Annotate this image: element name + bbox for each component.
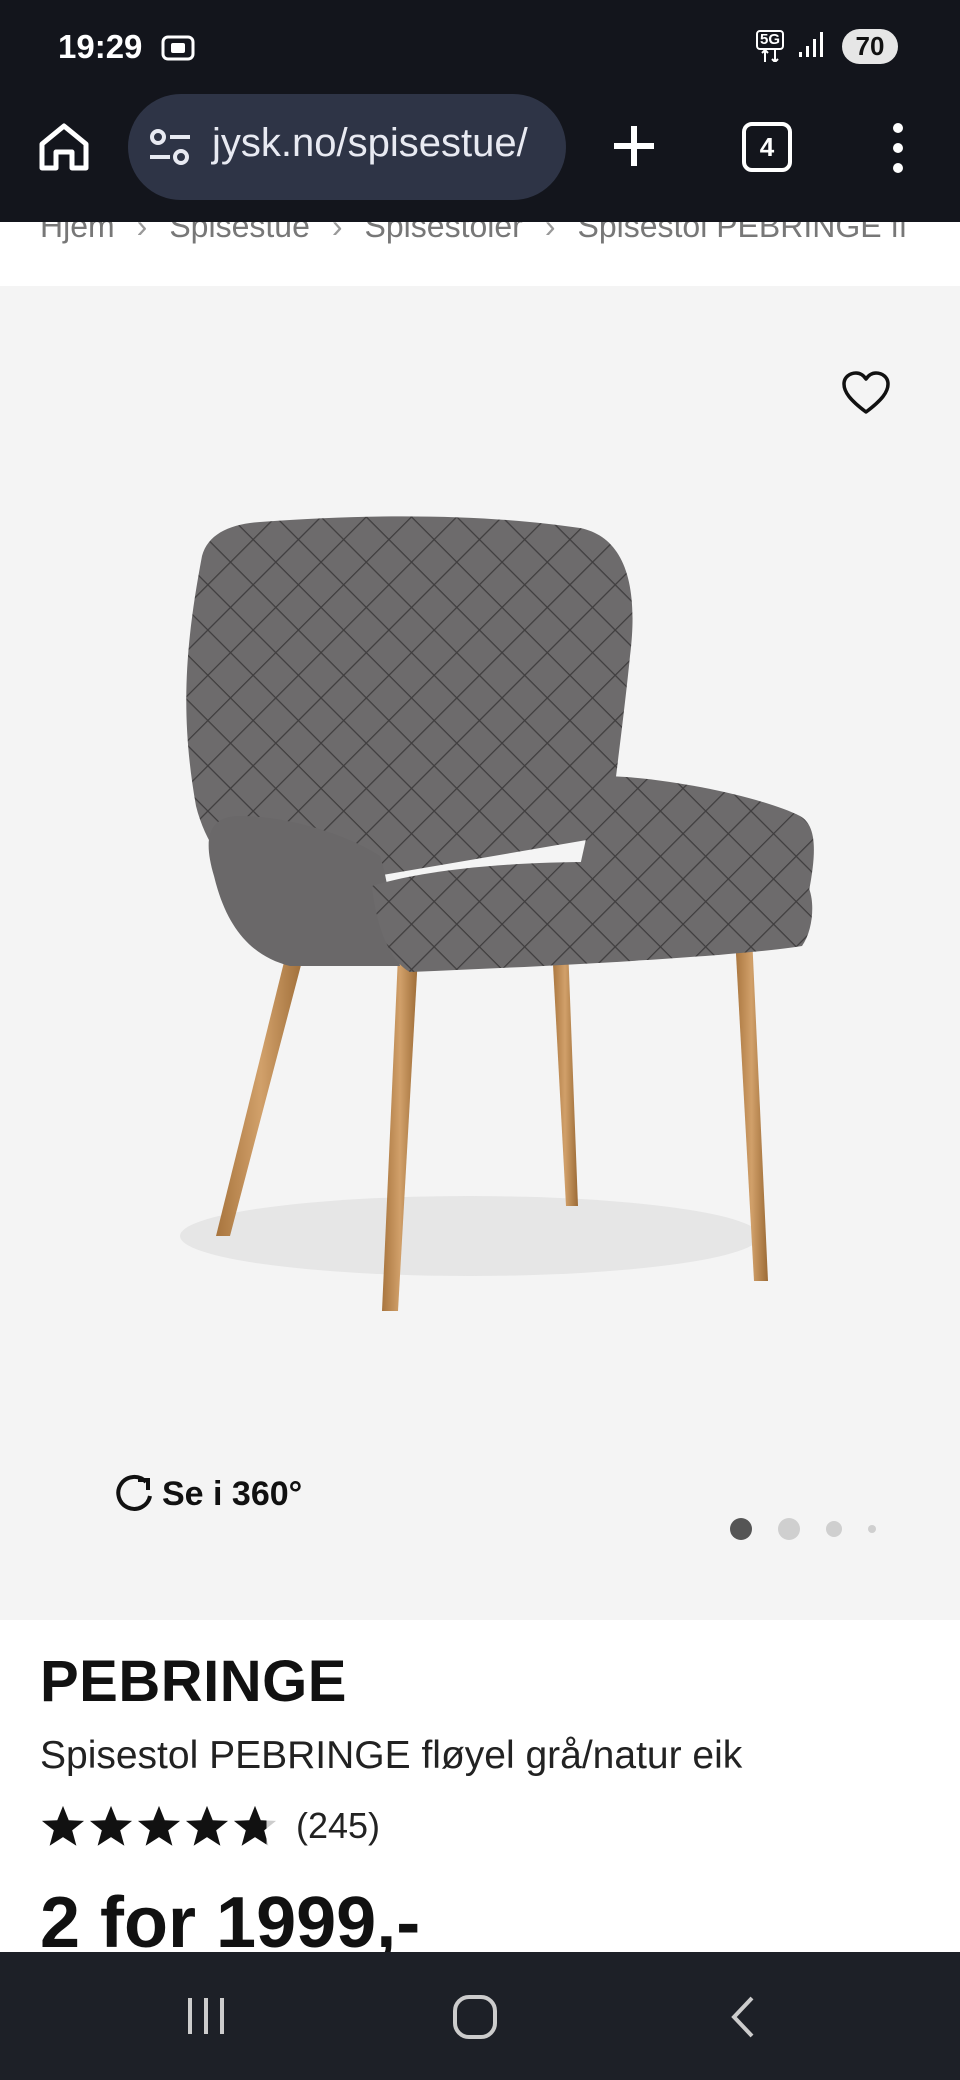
product-info: PEBRINGE Spisestol PEBRINGE fløyel grå/n…	[0, 1620, 960, 1963]
home-nav-button[interactable]	[452, 1994, 498, 2045]
carousel-dot[interactable]	[778, 1518, 800, 1540]
tab-switcher-button[interactable]: 4	[742, 122, 792, 172]
recent-apps-icon	[188, 1998, 224, 2034]
home-button[interactable]	[36, 118, 92, 174]
system-navigation-bar	[0, 1952, 960, 2080]
url-text: jysk.no/spisestue/	[212, 121, 528, 165]
star-icon	[137, 1805, 181, 1846]
new-tab-button[interactable]	[604, 116, 664, 176]
chevron-right-icon: ›	[331, 222, 343, 244]
home-circle-icon	[453, 1995, 497, 2039]
product-name: Spisestol PEBRINGE fløyel grå/natur eik	[40, 1734, 743, 1777]
star-icon	[89, 1805, 133, 1846]
carousel-dot[interactable]	[868, 1525, 876, 1533]
product-image	[180, 516, 814, 1311]
back-button[interactable]	[726, 1994, 760, 2045]
carousel-indicator	[730, 1518, 876, 1540]
breadcrumb-bar: Hjem › Spisestue › Spisestoler › Spisest…	[0, 222, 960, 286]
network-label: 5G	[755, 30, 784, 50]
review-count: (245)	[296, 1805, 381, 1846]
network-5g-icon: 5G	[755, 30, 784, 62]
breadcrumb-link-dining-chairs[interactable]: Spisestoler	[365, 222, 523, 245]
carousel-dot-active[interactable]	[730, 1518, 752, 1540]
carousel-dot[interactable]	[826, 1521, 842, 1537]
status-bar: 19:29 5G 70	[0, 0, 960, 94]
view-360-label: Se i 360°	[162, 1474, 303, 1513]
site-settings-icon[interactable]	[148, 127, 192, 172]
plus-icon	[614, 126, 654, 166]
battery-indicator: 70	[842, 28, 898, 64]
browser-toolbar: jysk.no/spisestue/ 4	[0, 94, 960, 222]
home-icon	[39, 123, 89, 171]
recent-apps-button[interactable]	[184, 1994, 228, 2043]
wishlist-button[interactable]	[840, 368, 892, 420]
chevron-right-icon: ›	[136, 222, 148, 244]
product-rating[interactable]: (245)	[40, 1804, 380, 1848]
rotate-icon	[116, 1474, 152, 1511]
breadcrumb-current: Spisestol PEBRINGE fl	[577, 222, 907, 244]
star-icon	[185, 1805, 229, 1846]
breadcrumb-link-home[interactable]: Hjem	[40, 222, 115, 245]
star-half-icon	[233, 1805, 277, 1846]
signal-icon	[798, 30, 828, 63]
address-bar[interactable]: jysk.no/spisestue/	[128, 94, 566, 200]
product-brand: PEBRINGE	[40, 1649, 347, 1714]
more-menu-button[interactable]	[878, 118, 918, 178]
status-time: 19:29	[58, 28, 143, 65]
view-360-button[interactable]: Se i 360°	[112, 1472, 302, 1516]
chevron-right-icon: ›	[544, 222, 556, 244]
status-indicators: 5G 70	[755, 26, 898, 66]
breadcrumb: Hjem › Spisestue › Spisestoler › Spisest…	[40, 222, 906, 245]
breadcrumb-link-dining-room[interactable]: Spisestue	[169, 222, 310, 245]
heart-icon	[842, 371, 890, 414]
screen-capture-icon	[160, 32, 196, 69]
product-image-gallery[interactable]: Se i 360°	[0, 286, 960, 1620]
back-icon	[731, 1996, 754, 2038]
star-icon	[41, 1805, 85, 1846]
more-vert-icon	[893, 123, 903, 173]
rating-stars	[40, 1804, 278, 1848]
